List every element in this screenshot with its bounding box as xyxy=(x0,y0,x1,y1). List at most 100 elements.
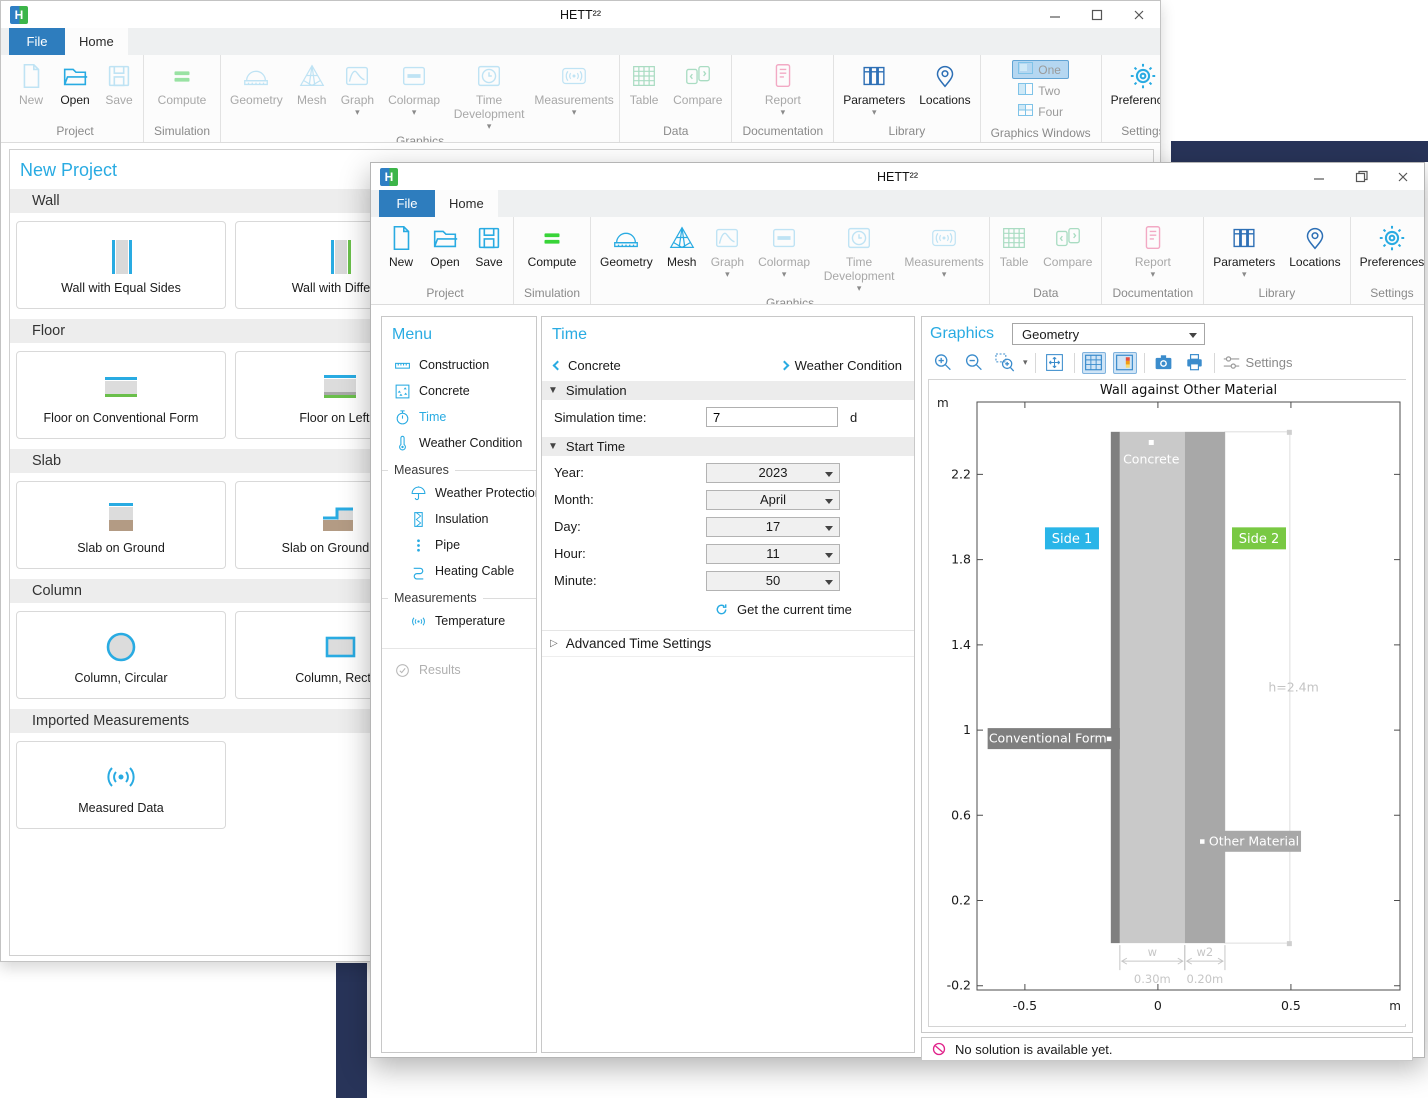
chart-canvas[interactable]: Wall against Other Materialmw0.30mw20.20… xyxy=(928,379,1406,1027)
svg-text:Side 2: Side 2 xyxy=(1239,532,1280,547)
ribbon-measurements: Measurements▾ xyxy=(901,220,987,279)
chevron-down-icon: ▾ xyxy=(1023,357,1028,368)
simulation-time-unit: d xyxy=(850,410,857,425)
menu-item-concrete[interactable]: Concrete xyxy=(382,378,536,404)
ribbon-new[interactable]: New xyxy=(379,220,423,270)
maximize-button[interactable] xyxy=(1076,2,1118,28)
template-card-floor-on-conventional-form[interactable]: Floor on Conventional Form xyxy=(16,351,226,439)
view-selector-dropdown[interactable]: Geometry xyxy=(1012,323,1205,345)
ribbon-locations[interactable]: Locations xyxy=(912,58,977,108)
tab-home[interactable]: Home xyxy=(65,28,128,55)
checkcircle-icon xyxy=(394,662,411,679)
ribbon-parameters[interactable]: Parameters▾ xyxy=(836,58,912,117)
nav-next-weather-condition[interactable]: Weather Condition xyxy=(781,358,902,373)
ribbon-geometry[interactable]: Geometry xyxy=(593,220,660,270)
template-card-measured-data[interactable]: Measured Data xyxy=(16,741,226,829)
pipe-icon xyxy=(410,537,427,554)
start-time-section-header[interactable]: ▼ Start Time xyxy=(542,437,914,456)
graphics-settings-button[interactable]: Settings xyxy=(1222,353,1293,372)
simulation-section-header[interactable]: ▼ Simulation xyxy=(542,381,914,400)
menu-item-insulation[interactable]: Insulation xyxy=(382,506,536,532)
template-card-slab-on-ground[interactable]: Slab on Ground xyxy=(16,481,226,569)
minimize-button[interactable] xyxy=(1298,164,1340,190)
svg-text:Conventional Form: Conventional Form xyxy=(989,731,1107,746)
menu-item-heating-cable[interactable]: Heating Cable xyxy=(382,558,536,584)
get-current-time-button[interactable]: Get the current time xyxy=(542,596,914,622)
titlebar[interactable]: H HETT²² xyxy=(371,163,1424,190)
books-icon xyxy=(859,58,889,94)
wall-equal-icon xyxy=(91,235,151,279)
menu-item-weather-condition[interactable]: Weather Condition xyxy=(382,430,536,456)
ribbon-compute[interactable]: Compute xyxy=(521,220,584,270)
timedev-icon xyxy=(474,58,504,94)
pane1-icon xyxy=(1018,62,1033,77)
toolbar-separator xyxy=(1035,353,1036,373)
ribbon-save[interactable]: Save xyxy=(467,220,511,270)
close-button[interactable] xyxy=(1118,2,1160,28)
field-label-month: Month: xyxy=(554,492,706,507)
dropdown-hour[interactable]: 11 xyxy=(706,544,840,564)
dropdown-month[interactable]: April xyxy=(706,490,840,510)
mesh-icon xyxy=(667,220,697,256)
template-card-column-circular[interactable]: Column, Circular xyxy=(16,611,226,699)
settings-icon xyxy=(1222,353,1241,372)
menu-panel: Menu ConstructionConcreteTimeWeather Con… xyxy=(381,316,537,1053)
ribbon-group-label: Library xyxy=(1206,283,1347,304)
window-foreground: H HETT²² File Home NewOpenSaveProjectCom… xyxy=(370,162,1425,1058)
restore-button[interactable] xyxy=(1340,164,1382,190)
mesh-icon xyxy=(297,58,327,94)
ribbon-preferences[interactable]: Preferences xyxy=(1104,58,1160,108)
stopwatch-icon xyxy=(394,409,411,426)
zoom-box-button[interactable] xyxy=(992,352,1016,374)
field-label-year: Year: xyxy=(554,465,706,480)
template-card-wall-with-equal-sides[interactable]: Wall with Equal Sides xyxy=(16,221,226,309)
dropdown-year[interactable]: 2023 xyxy=(706,463,840,483)
svg-text:Other Material: Other Material xyxy=(1209,833,1299,848)
nav-previous-concrete[interactable]: Concrete xyxy=(554,358,621,373)
tab-file[interactable]: File xyxy=(9,28,65,55)
menu-item-temperature[interactable]: Temperature xyxy=(382,608,536,634)
colormap-icon xyxy=(399,58,429,94)
ruler-icon xyxy=(394,357,411,374)
close-button[interactable] xyxy=(1382,164,1424,190)
slab-edge-icon xyxy=(310,495,370,539)
ribbon-locations[interactable]: Locations xyxy=(1282,220,1347,270)
titlebar[interactable]: H HETT²² xyxy=(1,1,1160,28)
fit-view-button[interactable] xyxy=(1043,352,1067,374)
menu-item-label: Concrete xyxy=(419,384,470,398)
menu-item-label: Heating Cable xyxy=(435,564,514,578)
grid-toggle-button[interactable] xyxy=(1082,352,1106,374)
zoom-out-button[interactable] xyxy=(961,352,985,374)
menu-item-time[interactable]: Time xyxy=(382,404,536,430)
simulation-time-input[interactable] xyxy=(706,407,838,427)
colorbar-toggle-button[interactable] xyxy=(1113,352,1137,374)
menu-item-weather-protection[interactable]: Weather Protection xyxy=(382,480,536,506)
field-label-day: Day: xyxy=(554,519,706,534)
minimize-button[interactable] xyxy=(1034,2,1076,28)
ribbon-group-label: Graphics Windows xyxy=(983,123,1099,143)
dropdown-minute[interactable]: 50 xyxy=(706,571,840,591)
ribbon-colormap: Colormap▾ xyxy=(751,220,817,279)
ribbon-mesh[interactable]: Mesh xyxy=(660,220,704,270)
svg-text:1.8: 1.8 xyxy=(951,552,971,567)
tab-home[interactable]: Home xyxy=(435,190,498,217)
ribbon-group-label: Graphics xyxy=(593,293,987,305)
menu-item-construction[interactable]: Construction xyxy=(382,352,536,378)
ribbon-open[interactable]: Open xyxy=(53,58,97,108)
snapshot-button[interactable] xyxy=(1152,352,1176,374)
menu-item-label: Weather Protection xyxy=(435,486,537,500)
menu-item-pipe[interactable]: Pipe xyxy=(382,532,536,558)
ribbon-preferences[interactable]: Preferences xyxy=(1353,220,1424,270)
svg-text:Wall against Other Material: Wall against Other Material xyxy=(1100,383,1277,398)
dropdown-day[interactable]: 17 xyxy=(706,517,840,537)
ribbon-parameters[interactable]: Parameters▾ xyxy=(1206,220,1282,279)
ribbon-open[interactable]: Open xyxy=(423,220,467,270)
svg-text:h=2.4m: h=2.4m xyxy=(1268,679,1318,694)
card-label: Floor on Left F xyxy=(299,411,380,425)
print-button[interactable] xyxy=(1183,352,1207,374)
svg-text:0.5: 0.5 xyxy=(1281,998,1301,1013)
ribbon-group-label: Library xyxy=(836,121,977,142)
zoom-in-button[interactable] xyxy=(930,352,954,374)
advanced-time-settings-header[interactable]: ▷ Advanced Time Settings xyxy=(542,630,914,657)
tab-file[interactable]: File xyxy=(379,190,435,217)
